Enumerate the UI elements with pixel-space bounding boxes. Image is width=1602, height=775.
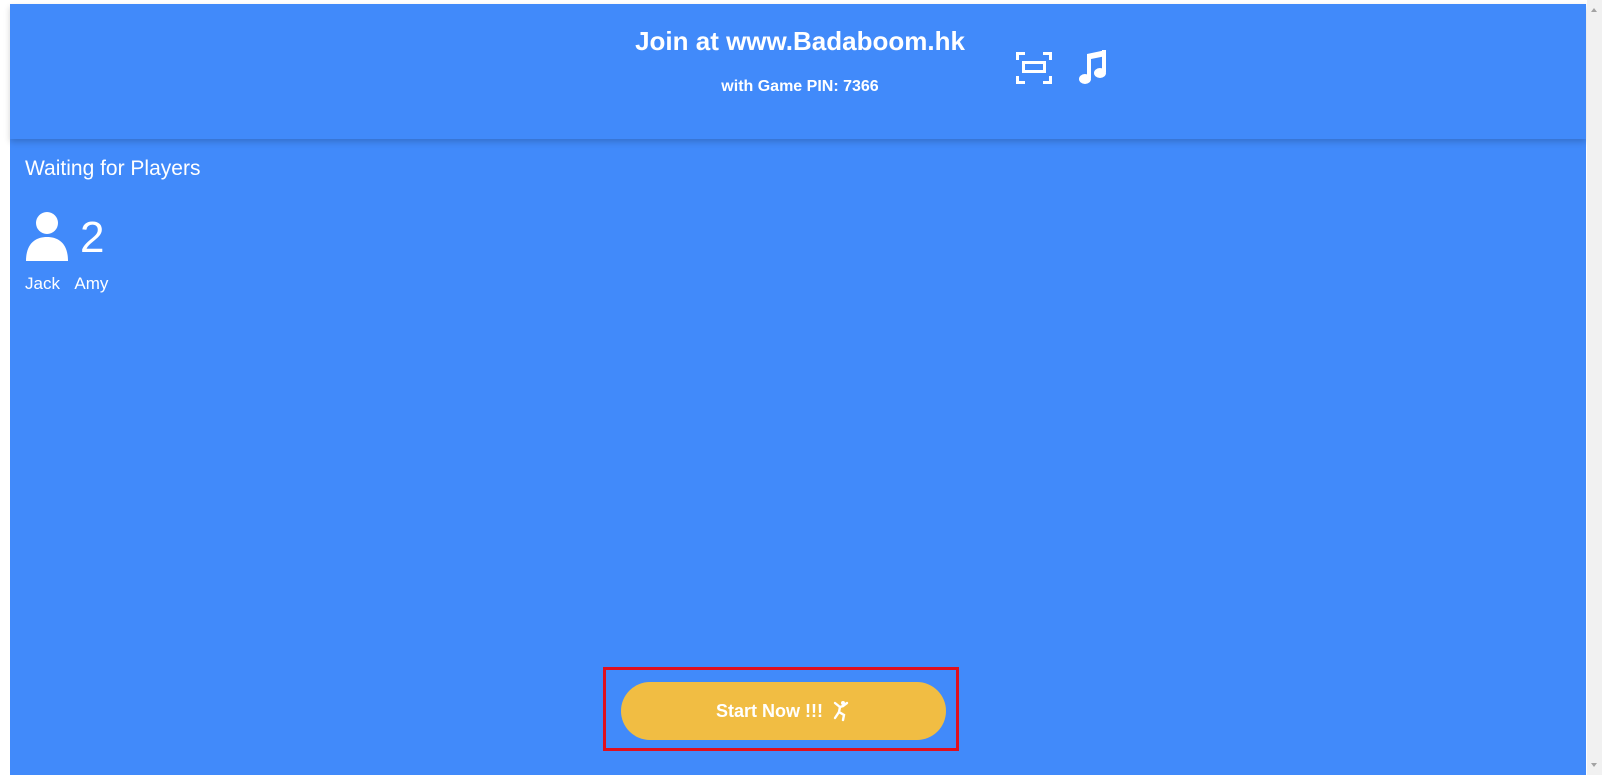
- start-button-label: Start Now !!!: [716, 700, 823, 721]
- game-lobby-screen: Join at www.Badaboom.hk with Game PIN: 7…: [10, 4, 1586, 775]
- game-pin-text: with Game PIN: 7366: [721, 78, 879, 95]
- player-name: Amy: [74, 274, 109, 293]
- player-count: 2: [80, 213, 105, 262]
- scrollbar[interactable]: [1587, 0, 1602, 775]
- player-name: Jack: [25, 274, 60, 293]
- dancing-figure-icon: [833, 701, 849, 722]
- fullscreen-button[interactable]: [1014, 48, 1054, 88]
- start-now-button[interactable]: Start Now !!!: [621, 682, 946, 740]
- join-url-title: Join at www.Badaboom.hk: [635, 26, 965, 56]
- music-note-icon: [1079, 50, 1106, 84]
- waiting-for-players-label: Waiting for Players: [25, 157, 201, 180]
- header-bar: Join at www.Badaboom.hk with Game PIN: 7…: [10, 4, 1586, 139]
- person-icon: [26, 212, 68, 261]
- music-toggle-button[interactable]: [1075, 48, 1115, 88]
- fullscreen-icon: [1016, 52, 1052, 84]
- player-list: Jack Amy: [25, 272, 118, 296]
- scroll-up-arrow[interactable]: [1591, 8, 1597, 12]
- scroll-down-arrow[interactable]: [1591, 763, 1597, 767]
